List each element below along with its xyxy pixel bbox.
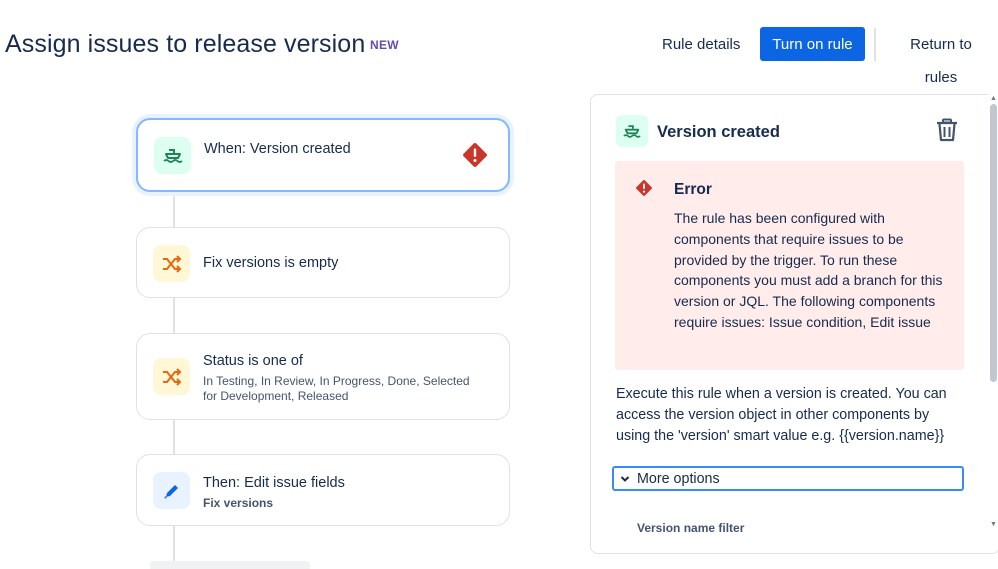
ship-icon: [154, 137, 191, 174]
trigger-node-version-created[interactable]: When: Version created: [136, 118, 510, 192]
node-subtitle: Fix versions: [203, 496, 274, 510]
trash-icon[interactable]: [934, 117, 960, 143]
new-badge: NEW: [370, 38, 399, 52]
flow-connector: [173, 419, 175, 455]
rule-details-button[interactable]: Rule details: [648, 28, 754, 61]
scroll-down-arrow-icon[interactable]: ▼: [990, 521, 997, 528]
error-message-box: Error The rule has been configured with …: [615, 161, 964, 370]
panel-title: Version created: [657, 123, 780, 141]
node-title: Fix versions is empty: [203, 255, 339, 271]
pencil-icon: [153, 472, 190, 509]
node-title: When: Version created: [204, 141, 351, 157]
shuffle-icon: [153, 245, 190, 282]
node-subtitle: In Testing, In Review, In Progress, Done…: [203, 374, 470, 403]
component-config-panel: Version created Error The rule has been …: [590, 94, 998, 554]
condition-node-fix-versions[interactable]: Fix versions is empty: [136, 227, 510, 298]
error-message: The rule has been configured with compon…: [674, 210, 943, 330]
chevron-down-icon: [620, 475, 630, 482]
add-component-stub[interactable]: [150, 561, 310, 569]
return-to-rules-button[interactable]: Return to rules: [884, 28, 998, 86]
scrollbar-thumb[interactable]: [990, 104, 997, 382]
scroll-up-arrow-icon[interactable]: ▲: [990, 95, 997, 102]
action-node-edit-issue[interactable]: Then: Edit issue fields Fix versions: [136, 454, 510, 526]
trigger-description: Execute this rule when a version is crea…: [616, 386, 947, 444]
flow-connector: [173, 297, 175, 334]
node-title: Then: Edit issue fields: [203, 475, 345, 491]
shuffle-icon: [153, 358, 190, 395]
page-title: Assign issues to release version: [5, 30, 366, 58]
error-icon: [463, 143, 487, 167]
version-name-filter-label: Version name filter: [637, 521, 745, 535]
node-title: Status is one of: [203, 353, 303, 369]
flow-connector: [173, 192, 175, 228]
more-options-toggle[interactable]: More options: [612, 466, 964, 491]
error-icon: [636, 180, 652, 196]
header-divider: [874, 28, 876, 61]
error-title: Error: [674, 181, 712, 198]
more-options-label: More options: [637, 470, 720, 487]
ship-icon: [616, 115, 648, 147]
condition-node-status[interactable]: Status is one of In Testing, In Review, …: [136, 333, 510, 420]
turn-on-rule-button[interactable]: Turn on rule: [760, 27, 865, 61]
